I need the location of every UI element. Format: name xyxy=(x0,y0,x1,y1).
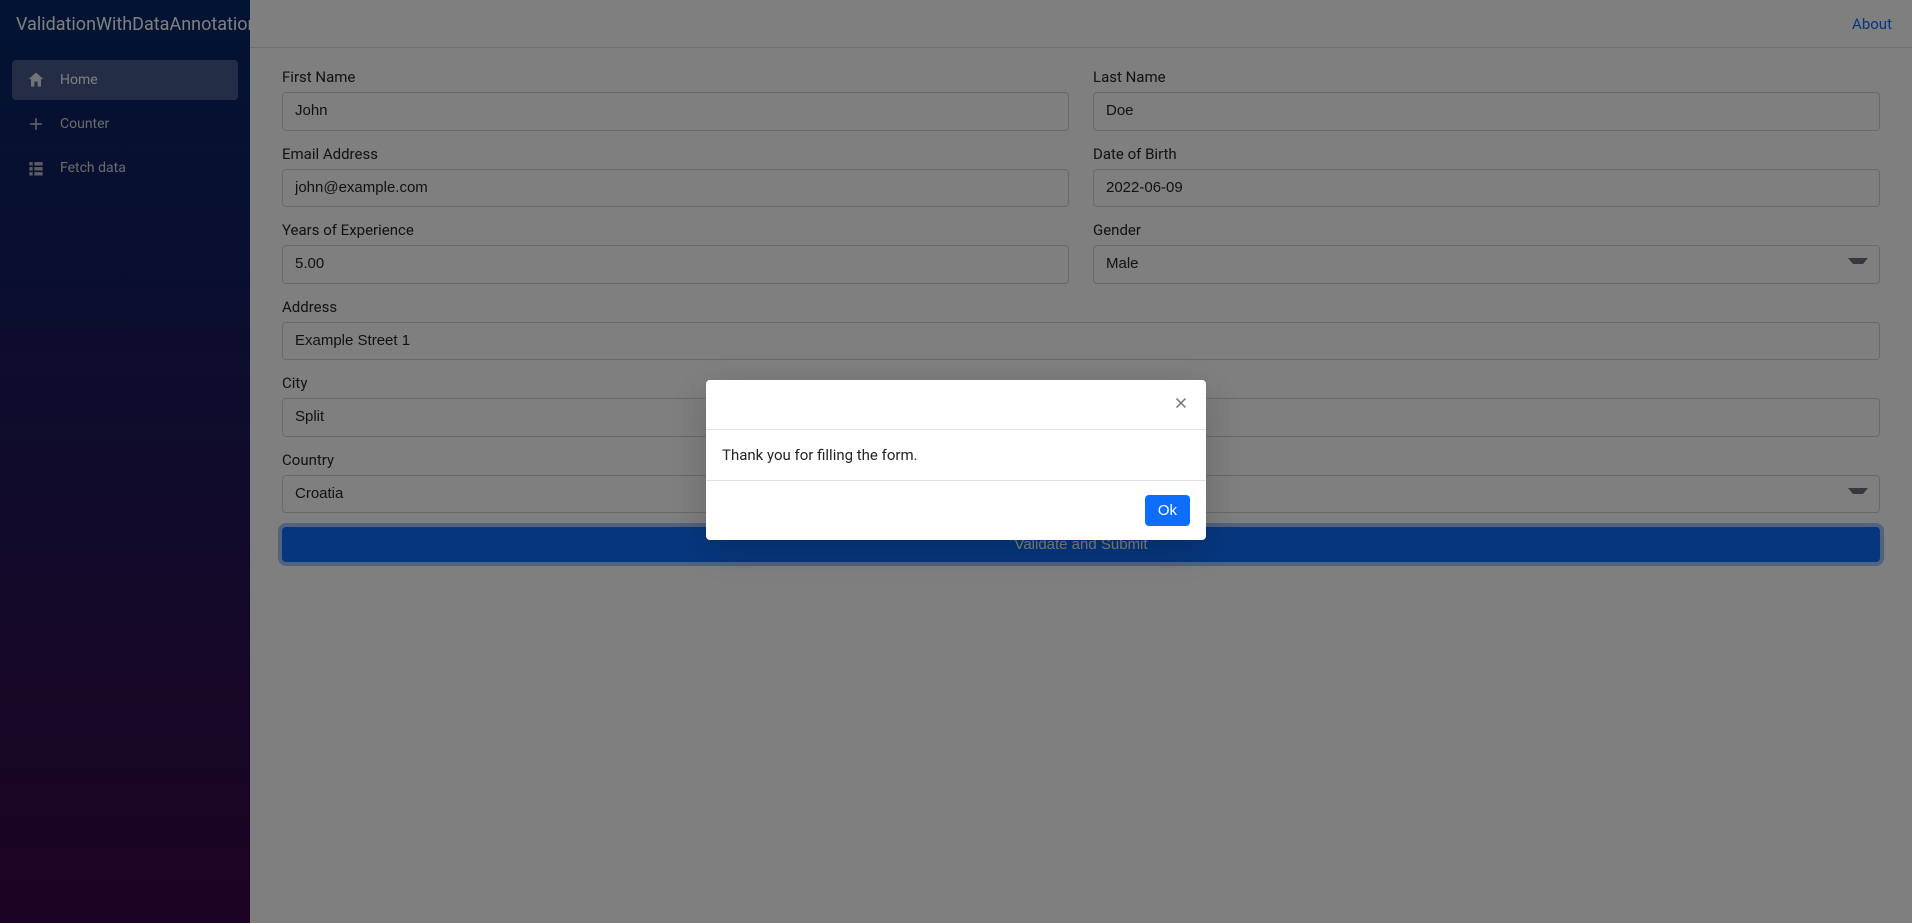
close-icon xyxy=(1172,394,1190,415)
modal-close-button[interactable] xyxy=(1170,392,1192,417)
modal: Thank you for filling the form. Ok xyxy=(706,380,1206,540)
modal-footer: Ok xyxy=(706,481,1206,540)
modal-body-text: Thank you for filling the form. xyxy=(706,430,1206,481)
modal-ok-button[interactable]: Ok xyxy=(1145,495,1190,526)
modal-backdrop[interactable]: Thank you for filling the form. Ok xyxy=(0,0,1912,923)
modal-header xyxy=(706,380,1206,430)
